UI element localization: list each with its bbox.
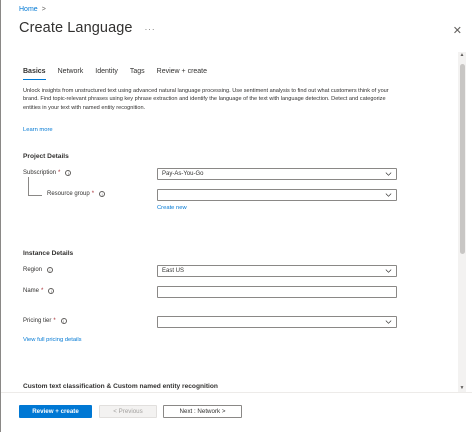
name-label-text: Name: [23, 288, 40, 294]
required-marker: *: [41, 288, 44, 294]
scroll-up-icon[interactable]: ▲: [458, 52, 466, 59]
scroll-thumb[interactable]: [459, 64, 465, 254]
region-select[interactable]: East US: [157, 265, 397, 277]
name-input[interactable]: [157, 286, 397, 298]
name-label: Name * i: [23, 288, 55, 294]
subscription-label: Subscription * i: [23, 170, 72, 176]
resource-group-select[interactable]: [157, 189, 397, 201]
instance-details-heading: Instance Details: [23, 250, 74, 257]
footer-bar: Review + create < Previous Next : Networ…: [1, 392, 472, 432]
required-marker: *: [58, 170, 61, 176]
tab-tags[interactable]: Tags: [130, 68, 145, 80]
required-marker: *: [91, 191, 95, 197]
required-marker: *: [53, 318, 56, 324]
resource-group-label: Resource group * i: [47, 191, 106, 197]
project-details-heading: Project Details: [23, 153, 69, 160]
info-icon[interactable]: i: [99, 191, 106, 197]
pricing-tier-label-text: Pricing tier: [23, 318, 52, 324]
breadcrumb-home-link[interactable]: Home: [19, 6, 38, 13]
close-icon[interactable]: ✕: [453, 24, 462, 37]
previous-button[interactable]: < Previous: [99, 405, 157, 418]
tab-review-create[interactable]: Review + create: [157, 68, 207, 80]
chevron-down-icon: [385, 320, 392, 324]
next-network-button[interactable]: Next : Network >: [163, 405, 242, 418]
breadcrumb-separator: >: [41, 6, 46, 13]
view-pricing-link[interactable]: View full pricing details: [23, 337, 82, 343]
subscription-label-text: Subscription: [23, 170, 57, 176]
info-icon[interactable]: i: [60, 318, 67, 324]
pricing-tier-label: Pricing tier * i: [23, 318, 67, 324]
tree-connector: [28, 195, 42, 196]
tree-connector: [28, 177, 29, 195]
form-scroll-area: Basics Network Identity Tags Review + cr…: [1, 48, 459, 390]
review-create-button[interactable]: Review + create: [19, 405, 92, 418]
region-label: Region i: [23, 267, 54, 273]
custom-section-heading: Custom text classification & Custom name…: [23, 383, 218, 390]
title-row: Create Language ···: [19, 20, 156, 36]
scroll-down-icon[interactable]: ▼: [458, 385, 466, 392]
subscription-select[interactable]: Pay-As-You-Go: [157, 168, 397, 180]
info-icon[interactable]: i: [47, 267, 54, 273]
chevron-down-icon: [385, 269, 392, 273]
region-label-text: Region: [23, 267, 43, 273]
create-new-link[interactable]: Create new: [157, 205, 187, 211]
chevron-down-icon: [385, 172, 392, 176]
tab-identity[interactable]: Identity: [95, 68, 118, 80]
tab-basics[interactable]: Basics: [23, 68, 46, 80]
breadcrumb: Home >: [19, 6, 46, 13]
chevron-down-icon: [385, 193, 392, 197]
vertical-scrollbar[interactable]: ▲ ▼: [458, 52, 466, 392]
info-icon[interactable]: i: [65, 170, 72, 176]
page-title: Create Language: [19, 20, 133, 36]
learn-more-link[interactable]: Learn more: [23, 127, 53, 133]
resource-group-label-text: Resource group: [47, 191, 90, 197]
tab-network[interactable]: Network: [58, 68, 84, 80]
create-language-blade: Home > Create Language ··· ✕ Basics Netw…: [0, 0, 472, 432]
pricing-tier-select[interactable]: [157, 316, 397, 328]
subscription-value: Pay-As-You-Go: [162, 171, 204, 177]
region-value: East US: [162, 268, 185, 274]
tab-strip: Basics Network Identity Tags Review + cr…: [23, 68, 207, 80]
intro-description: Unlock insights from unstructured text u…: [23, 88, 389, 111]
info-icon[interactable]: i: [48, 288, 55, 294]
more-options-icon[interactable]: ···: [145, 25, 156, 34]
